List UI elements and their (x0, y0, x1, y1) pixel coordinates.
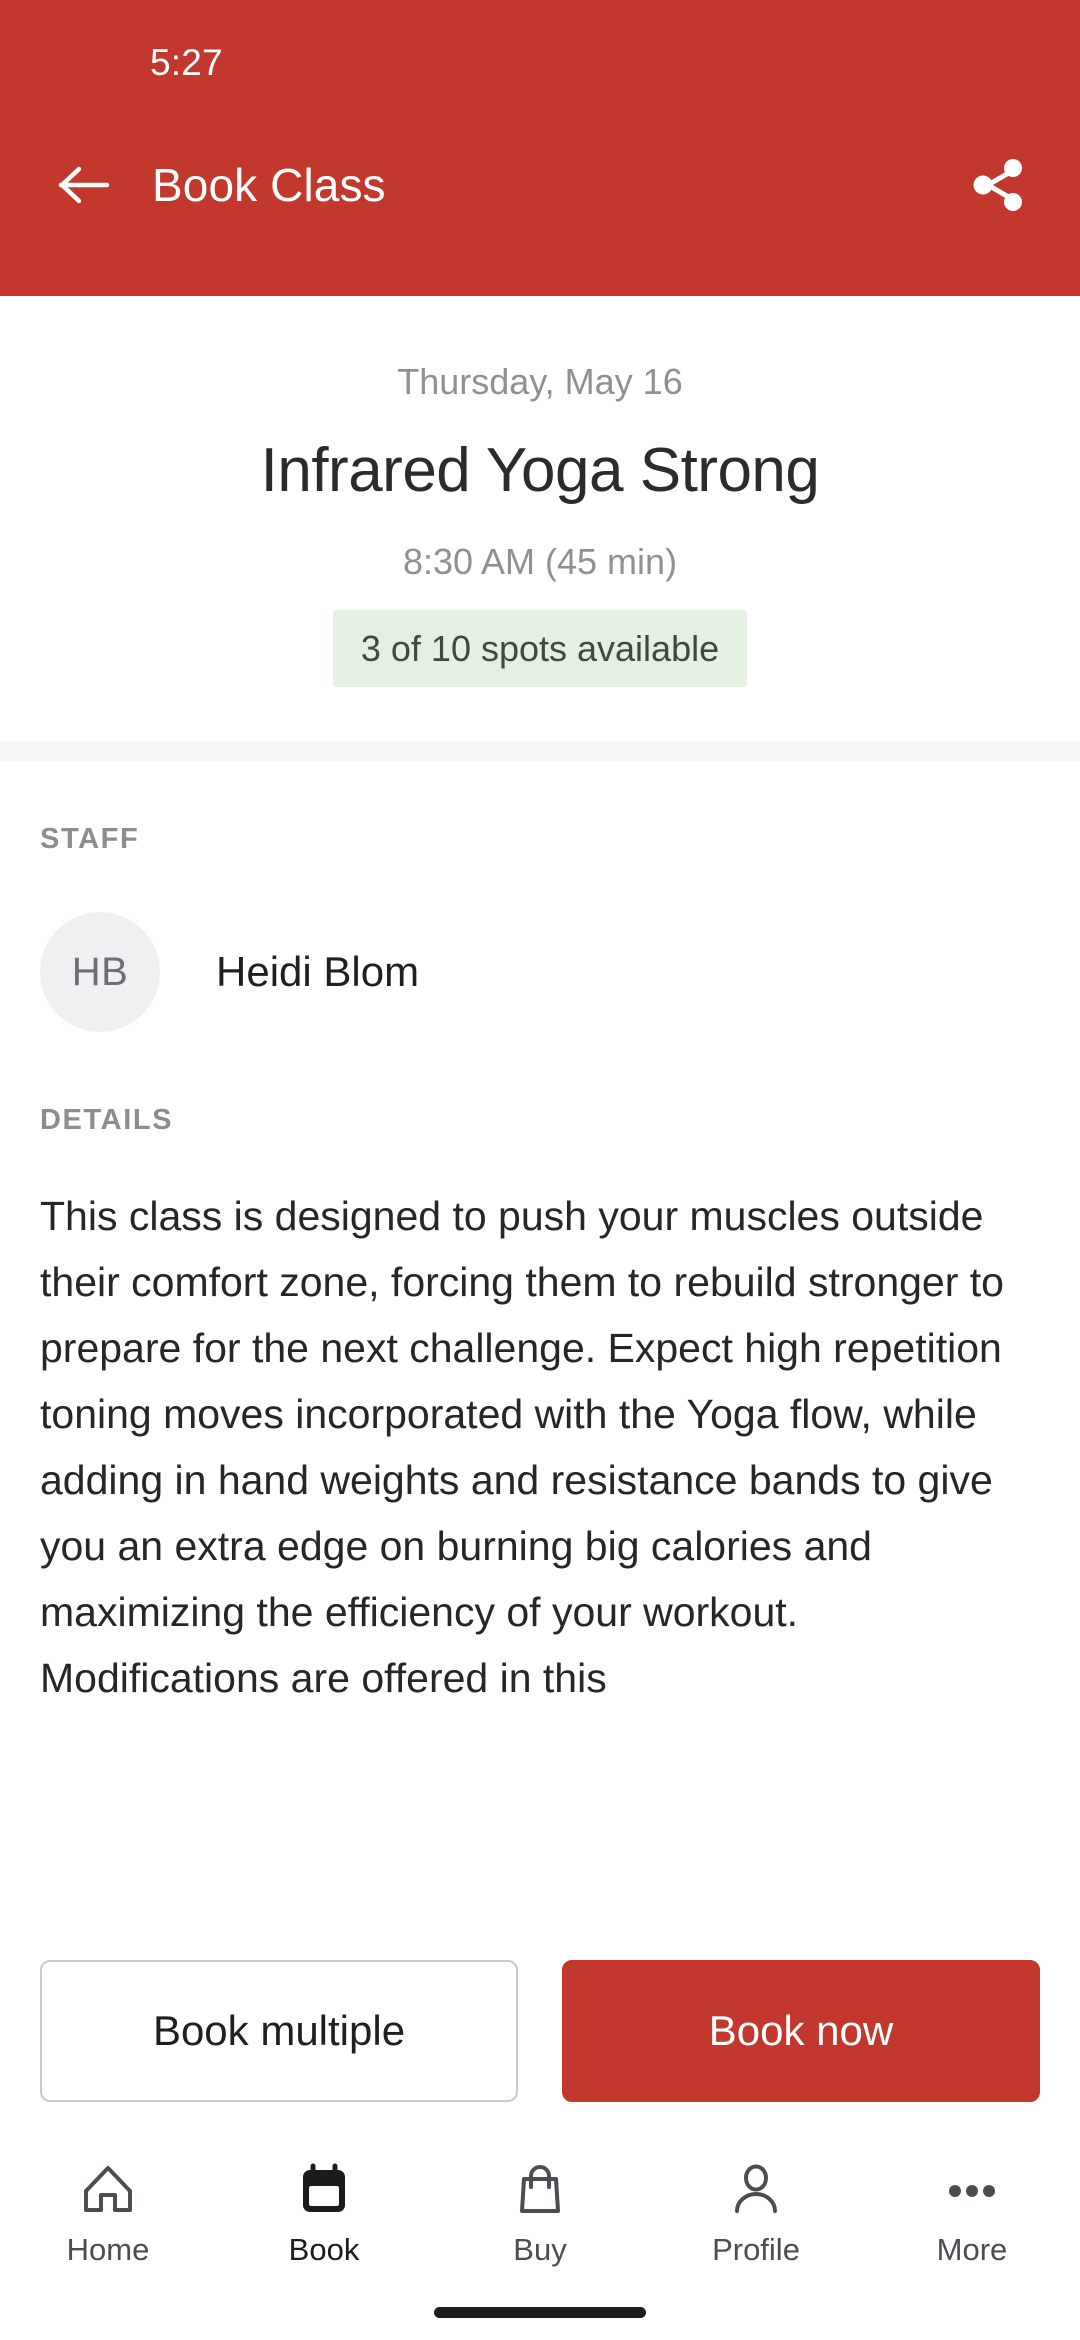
calendar-icon (296, 2158, 352, 2220)
staff-section-label: STAFF (40, 823, 140, 856)
action-bar: Book multiple Book now (0, 1932, 1080, 2132)
avatar: HB (40, 912, 160, 1033)
staff-name: Heidi Blom (216, 948, 420, 996)
section-divider (0, 741, 1080, 762)
details-description-text: This class is designed to push your musc… (40, 1193, 1004, 1702)
share-icon (973, 159, 1022, 211)
class-summary: Thursday, May 16 Infrared Yoga Strong 8:… (0, 296, 1080, 742)
staff-list-item[interactable]: HB Heidi Blom (40, 912, 1040, 1033)
nav-item-book[interactable]: Book (216, 2158, 432, 2265)
person-icon (728, 2158, 784, 2220)
bag-icon (512, 2158, 568, 2220)
arrow-left-icon (58, 166, 110, 204)
app-bar: 5:27 Book Class (0, 0, 1080, 296)
book-now-button[interactable]: Book now (562, 1960, 1040, 2102)
details-description: This class is designed to push your musc… (40, 1183, 1040, 1711)
class-time: 8:30 AM (45 min) (402, 541, 678, 583)
status-bar: 5:27 (0, 0, 1080, 110)
class-detail-content[interactable]: STAFF HB Heidi Blom DETAILS This class i… (0, 761, 1080, 1932)
nav-label-profile: Profile (712, 2232, 800, 2267)
nav-item-buy[interactable]: Buy (432, 2158, 648, 2265)
book-multiple-button[interactable]: Book multiple (40, 1960, 518, 2102)
app-bar-row: Book Class (0, 110, 1080, 260)
class-date: Thursday, May 16 (397, 361, 683, 402)
app-screen: 5:27 Book Class Thursday, May 16 Infrare… (0, 0, 1080, 2340)
back-button[interactable] (56, 157, 112, 213)
nav-item-profile[interactable]: Profile (648, 2158, 864, 2265)
availability-wrap: 3 of 10 spots available (40, 609, 1040, 688)
home-icon (80, 2158, 136, 2220)
nav-item-more[interactable]: More (864, 2158, 1080, 2265)
home-indicator (434, 2307, 646, 2318)
status-badge: 3 of 10 spots available (332, 609, 748, 688)
nav-label-home: Home (66, 2232, 150, 2267)
nav-label-book: Book (288, 2232, 360, 2267)
status-bar-clock: 5:27 (150, 42, 223, 83)
page-title: Book Class (152, 159, 386, 211)
nav-item-home[interactable]: Home (0, 2158, 216, 2265)
nav-label-buy: Buy (513, 2232, 567, 2267)
ellipsis-icon (944, 2158, 1000, 2220)
share-button[interactable] (966, 153, 1030, 217)
class-name: Infrared Yoga Strong (260, 436, 820, 506)
nav-label-more: More (936, 2232, 1008, 2267)
details-section-label: DETAILS (40, 1104, 174, 1137)
